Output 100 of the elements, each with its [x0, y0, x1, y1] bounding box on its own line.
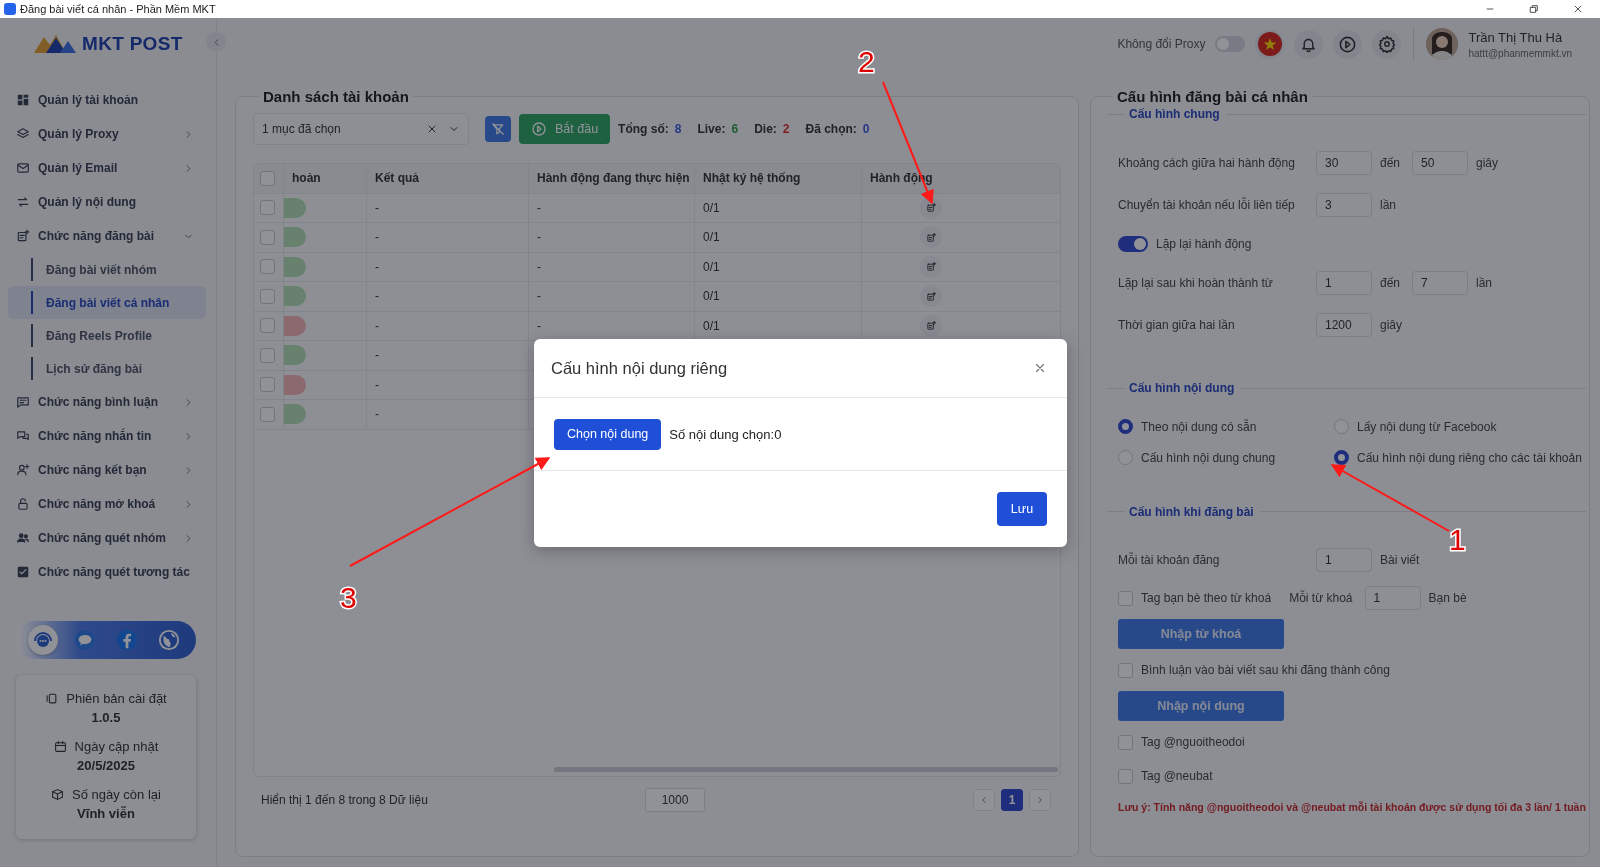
table-cell: 0/1 [703, 259, 720, 274]
select-all-checkbox[interactable] [260, 170, 275, 186]
table-cell: - [375, 377, 379, 392]
number-field[interactable]: 1 [1316, 270, 1372, 295]
section-title: Cấu hình khi đăng bài [1128, 504, 1255, 519]
unit-label: đến [1380, 155, 1401, 170]
stat-label: Tổng số: [618, 122, 669, 136]
scrollbar[interactable] [554, 767, 1058, 772]
checkbox[interactable] [1118, 768, 1133, 784]
form-button[interactable]: Nhập nội dung [1118, 691, 1284, 721]
row-checkbox[interactable] [260, 200, 275, 216]
number-field[interactable]: 50 [1412, 150, 1469, 175]
row-action-button[interactable] [920, 226, 942, 249]
checkbox[interactable] [1118, 662, 1133, 678]
number-field[interactable]: 1200 [1316, 312, 1372, 337]
sidebar-item[interactable]: Chức năng đăng bài [0, 219, 216, 253]
sidebar-subitem[interactable]: Lịch sử đăng bài [8, 352, 206, 385]
table-cell: - [375, 318, 379, 333]
choose-content-button[interactable]: Chọn nội dung [554, 418, 662, 450]
radio-button[interactable] [1118, 419, 1133, 435]
play-icon [1338, 34, 1358, 54]
sidebar-item[interactable]: Quản lý Email [0, 151, 216, 185]
info-label: Phiên bản cài đặt [66, 691, 167, 706]
close-icon[interactable] [1573, 4, 1583, 14]
unit-label: đến [1380, 275, 1401, 290]
app-icon [4, 3, 16, 15]
sidebar-item[interactable]: Chức năng mở khoá [0, 487, 216, 521]
checklist-icon [16, 565, 30, 579]
field-label: Khoảng cách giữa hai hành động [1118, 155, 1296, 170]
page-size-field[interactable]: 1000 [645, 788, 705, 812]
page-button[interactable]: 1 [1001, 789, 1023, 811]
play-button[interactable] [1333, 29, 1363, 59]
row-action-button[interactable] [920, 255, 942, 278]
row-action-button[interactable] [920, 285, 942, 308]
close-icon [1033, 361, 1047, 375]
annotation-number: 2 [858, 45, 875, 78]
field-label: Mỗi tài khoản đăng [1118, 553, 1221, 567]
sidebar-subitem[interactable]: Đăng bài viết nhóm [8, 253, 206, 286]
sidebar-subitem[interactable]: Đăng Reels Profile [8, 319, 206, 352]
chat-bubble-icon [74, 629, 96, 651]
number-field[interactable]: 1 [1364, 586, 1421, 610]
sidebar-item[interactable]: Chức năng nhắn tin [0, 419, 216, 453]
sidebar-item[interactable]: Chức năng quét tương tác [0, 555, 216, 589]
row-checkbox[interactable] [260, 259, 275, 275]
number-field[interactable]: 30 [1316, 150, 1372, 175]
checkbox[interactable] [1118, 590, 1133, 606]
table-cell: - [375, 348, 379, 363]
sidebar-item[interactable]: Chức năng kết bạn [0, 453, 216, 487]
form-button[interactable]: Nhập từ khoá [1118, 619, 1284, 649]
close-button[interactable] [1033, 361, 1047, 375]
chat-icon [16, 429, 30, 443]
table-cell: - [375, 289, 379, 304]
support-button[interactable] [28, 625, 58, 655]
row-checkbox[interactable] [260, 229, 275, 245]
number-field[interactable]: 7 [1412, 270, 1469, 295]
calendar-icon [53, 740, 67, 753]
column-header: hoản [292, 171, 321, 186]
proxy-label: Không đổi Proxy [1117, 37, 1206, 51]
row-checkbox[interactable] [260, 377, 275, 393]
number-field[interactable]: 1 [1316, 548, 1372, 572]
account-select[interactable]: 1 mục đã chọn [253, 113, 469, 145]
language-button[interactable] [1255, 29, 1285, 59]
sidebar-item[interactable]: Chức năng bình luận [0, 385, 216, 419]
save-button[interactable]: Lưu [997, 492, 1047, 526]
user-email: hattt@phanmemmkt.vn [1468, 47, 1572, 59]
collapse-button[interactable] [206, 32, 226, 52]
column-header: Hành động đang thực hiện [537, 171, 690, 186]
proxy-toggle[interactable] [1215, 36, 1246, 52]
start-button[interactable]: Bắt đầu [519, 114, 611, 144]
settings-button[interactable] [1372, 29, 1402, 59]
row-action-button[interactable] [920, 314, 942, 337]
filter-button[interactable] [485, 116, 511, 142]
sidebar-item[interactable]: Chức năng quét nhóm [0, 521, 216, 555]
row-checkbox[interactable] [260, 288, 275, 304]
toggle-switch[interactable] [1118, 235, 1148, 252]
people-icon [16, 531, 30, 545]
restore-icon[interactable] [1529, 4, 1539, 14]
checkbox[interactable] [1118, 734, 1133, 750]
row-checkbox[interactable] [260, 406, 275, 422]
stat-value: 8 [674, 122, 682, 136]
radio-button[interactable] [1334, 450, 1349, 466]
notification-button[interactable] [1294, 29, 1324, 59]
warning-note: Lưu ý: Tính năng @nguoitheodoi và @neubat mỗi tài khoản được sử dụng tối đa 3 lần/ 1 tuần [1118, 800, 1586, 813]
unit-label: lần [1476, 275, 1493, 290]
row-checkbox[interactable] [260, 318, 275, 334]
sidebar-item[interactable]: Quản lý Proxy [0, 117, 216, 151]
unit-label: Bạn bè [1428, 591, 1467, 605]
window-title: Đăng bài viết cá nhân - Phần Mềm MKT [20, 3, 217, 15]
play-circle-icon [531, 121, 547, 137]
sidebar-item[interactable]: Quản lý tài khoản [0, 83, 216, 117]
table-cell: - [375, 200, 379, 215]
logo-icon [32, 33, 78, 55]
sidebar-item[interactable]: Quản lý nội dung [0, 185, 216, 219]
avatar[interactable] [1426, 28, 1459, 60]
user-plus-icon [16, 463, 30, 477]
table-cell: - [375, 230, 379, 245]
row-checkbox[interactable] [260, 347, 275, 363]
field-label: Chuyển tài khoản nếu lỗi liên tiếp [1118, 197, 1296, 212]
sidebar-subitem[interactable]: Đăng bài viết cá nhân [8, 286, 206, 319]
number-field[interactable]: 3 [1316, 192, 1372, 217]
